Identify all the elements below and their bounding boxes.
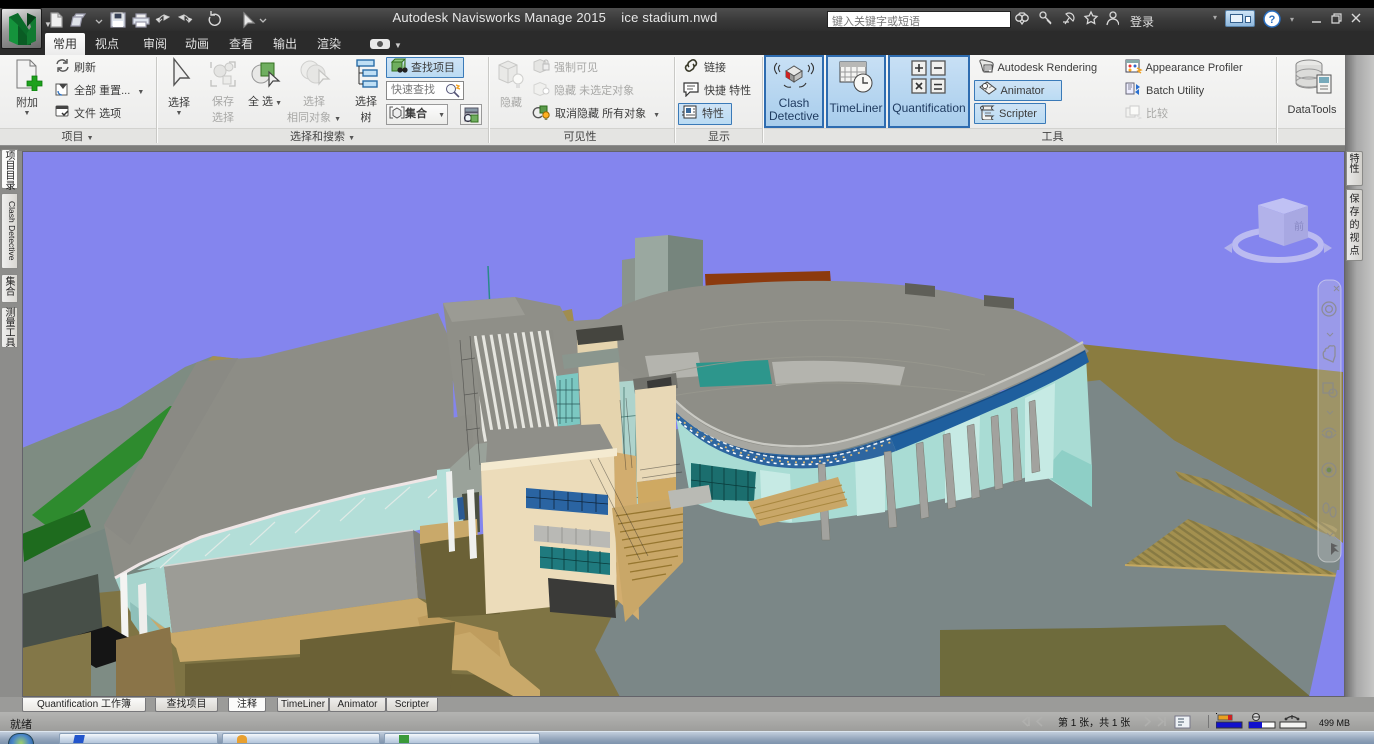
svg-text:第 1 张，共 1 张: 第 1 张，共 1 张 — [1058, 716, 1130, 729]
svg-text:?: ? — [1269, 14, 1276, 26]
svg-text:▼: ▼ — [394, 41, 402, 50]
svg-text:前: 前 — [1294, 220, 1304, 233]
svg-text:▾: ▾ — [1290, 15, 1294, 24]
svg-text:499 MB: 499 MB — [1319, 718, 1350, 728]
